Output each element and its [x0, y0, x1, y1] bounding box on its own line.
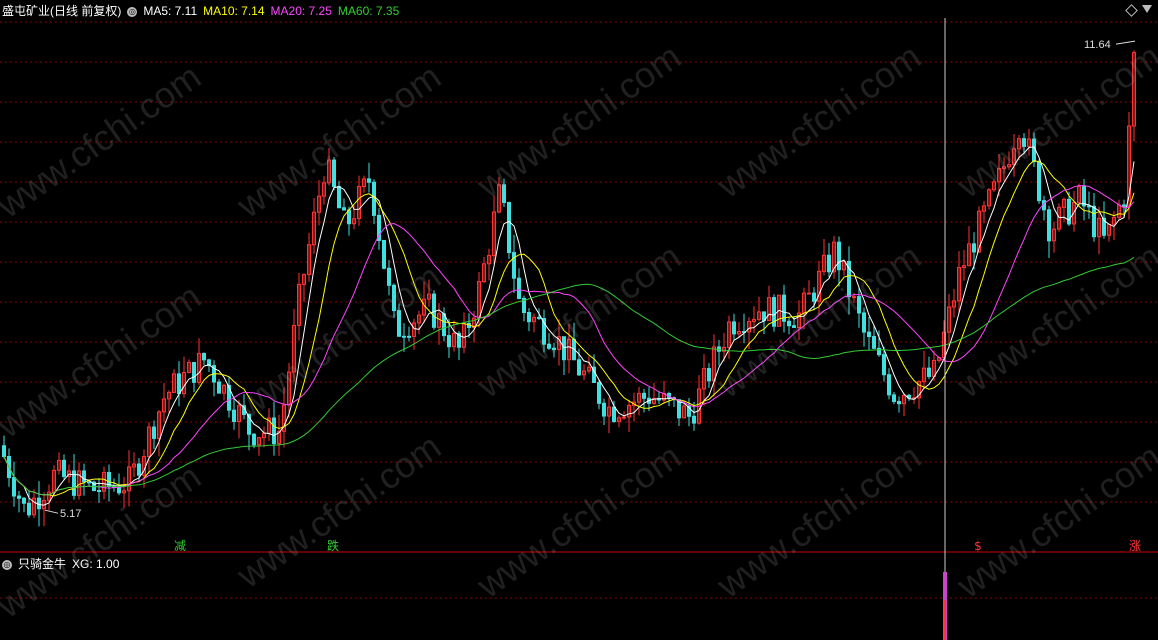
settings-circle-icon[interactable]: ◎	[127, 6, 138, 17]
sub-header: ◎ 只骑金牛 XG: 1.00	[2, 556, 125, 572]
candle-down	[552, 347, 556, 351]
candle-down	[692, 415, 696, 424]
max-price-label: 11.64	[1084, 39, 1111, 51]
candle-down	[512, 252, 516, 279]
ma5-label: MA5: 7.11	[143, 4, 198, 18]
candle-down	[447, 335, 451, 348]
ma20-label: MA20: 7.25	[270, 4, 332, 18]
kline-chart[interactable]: 11.64 5.17 减 跌 $ 涨	[0, 0, 1158, 640]
candle-down	[387, 267, 391, 286]
candle-down	[547, 343, 551, 349]
candle-down	[232, 409, 236, 423]
candle-down	[837, 241, 841, 271]
candle-down	[17, 495, 21, 499]
candle-down	[502, 184, 506, 204]
candle-down	[857, 296, 861, 314]
candle-up	[852, 296, 856, 299]
candle-down	[202, 352, 206, 361]
candle-down	[192, 361, 196, 383]
min-price-pointer	[44, 509, 59, 514]
ma10-label: MA10: 7.14	[203, 4, 265, 18]
candle-down	[87, 481, 91, 484]
signal-marker: 减	[174, 539, 186, 553]
candle-down	[517, 277, 521, 299]
candle-down	[1082, 185, 1086, 207]
candle-down	[872, 336, 876, 349]
signal-marker: 涨	[1129, 538, 1141, 553]
candle-down	[707, 368, 711, 382]
candle-down	[537, 316, 541, 319]
candle-down	[927, 367, 931, 377]
stock-title: 盛屯矿业(日线 前复权)	[2, 4, 122, 18]
candle-down	[892, 394, 896, 402]
candle-down	[1037, 161, 1041, 202]
indicator-value: XG: 1.00	[72, 557, 120, 571]
indicator-spike-core	[944, 600, 946, 640]
candle-down	[152, 426, 156, 439]
candle-down	[37, 497, 41, 510]
candle-down	[252, 433, 256, 446]
candle-down	[12, 477, 16, 497]
candle-down	[527, 312, 531, 323]
candle-down	[22, 497, 26, 504]
candle-down	[2, 445, 6, 458]
candle-down	[1092, 205, 1096, 238]
candle-down	[827, 254, 831, 273]
min-price-label: 5.17	[60, 508, 81, 520]
candle-down	[347, 209, 351, 225]
candle-down	[137, 463, 141, 476]
candle-down	[612, 406, 616, 422]
candle-down	[597, 381, 601, 404]
candle-down	[27, 502, 31, 516]
candle-down	[397, 310, 401, 337]
candle-down	[642, 392, 646, 399]
candle-down	[392, 284, 396, 312]
triangle-down-icon[interactable]	[1142, 5, 1152, 13]
candle-down	[432, 293, 436, 328]
candle-down	[332, 159, 336, 188]
ma60-label: MA60: 7.35	[337, 4, 400, 18]
candle-up	[807, 292, 811, 295]
candle-down	[887, 374, 891, 396]
candle-down	[732, 321, 736, 335]
candle-down	[62, 459, 66, 477]
candle-down	[1047, 209, 1051, 242]
signal-marker: $	[974, 539, 982, 553]
candle-down	[562, 336, 566, 361]
candle-down	[812, 292, 816, 302]
candle-down	[337, 186, 341, 209]
candle-down	[177, 373, 181, 395]
sub-settings-circle-icon[interactable]: ◎	[2, 559, 12, 570]
candle-up	[622, 416, 626, 419]
candle-down	[82, 470, 86, 483]
candle-down	[602, 402, 606, 417]
candle-down	[787, 320, 791, 327]
candle-down	[97, 490, 101, 493]
candle-down	[382, 239, 386, 269]
candle-down	[1122, 204, 1126, 207]
candle-down	[577, 359, 581, 376]
candle-down	[367, 178, 371, 183]
candle-down	[217, 381, 221, 394]
candle-down	[507, 202, 511, 254]
candle-down	[882, 354, 886, 376]
candle-down	[272, 417, 276, 445]
candle-down	[407, 335, 411, 338]
candle-down	[792, 325, 796, 328]
candle-down	[342, 207, 346, 211]
candle-down	[862, 312, 866, 333]
candle-down	[972, 243, 976, 253]
chart-header: 盛屯矿业(日线 前复权) ◎ MA5: 7.11 MA10: 7.14 MA20: 7.…	[2, 3, 405, 19]
candle-down	[402, 335, 406, 338]
max-price-pointer	[1115, 40, 1136, 45]
signal-marker: 跌	[327, 538, 339, 553]
candle-down	[1032, 138, 1036, 163]
candle-down	[1022, 138, 1026, 147]
candle-down	[867, 331, 871, 338]
indicator-title: 只骑金牛	[18, 557, 67, 571]
candle-down	[897, 400, 901, 405]
